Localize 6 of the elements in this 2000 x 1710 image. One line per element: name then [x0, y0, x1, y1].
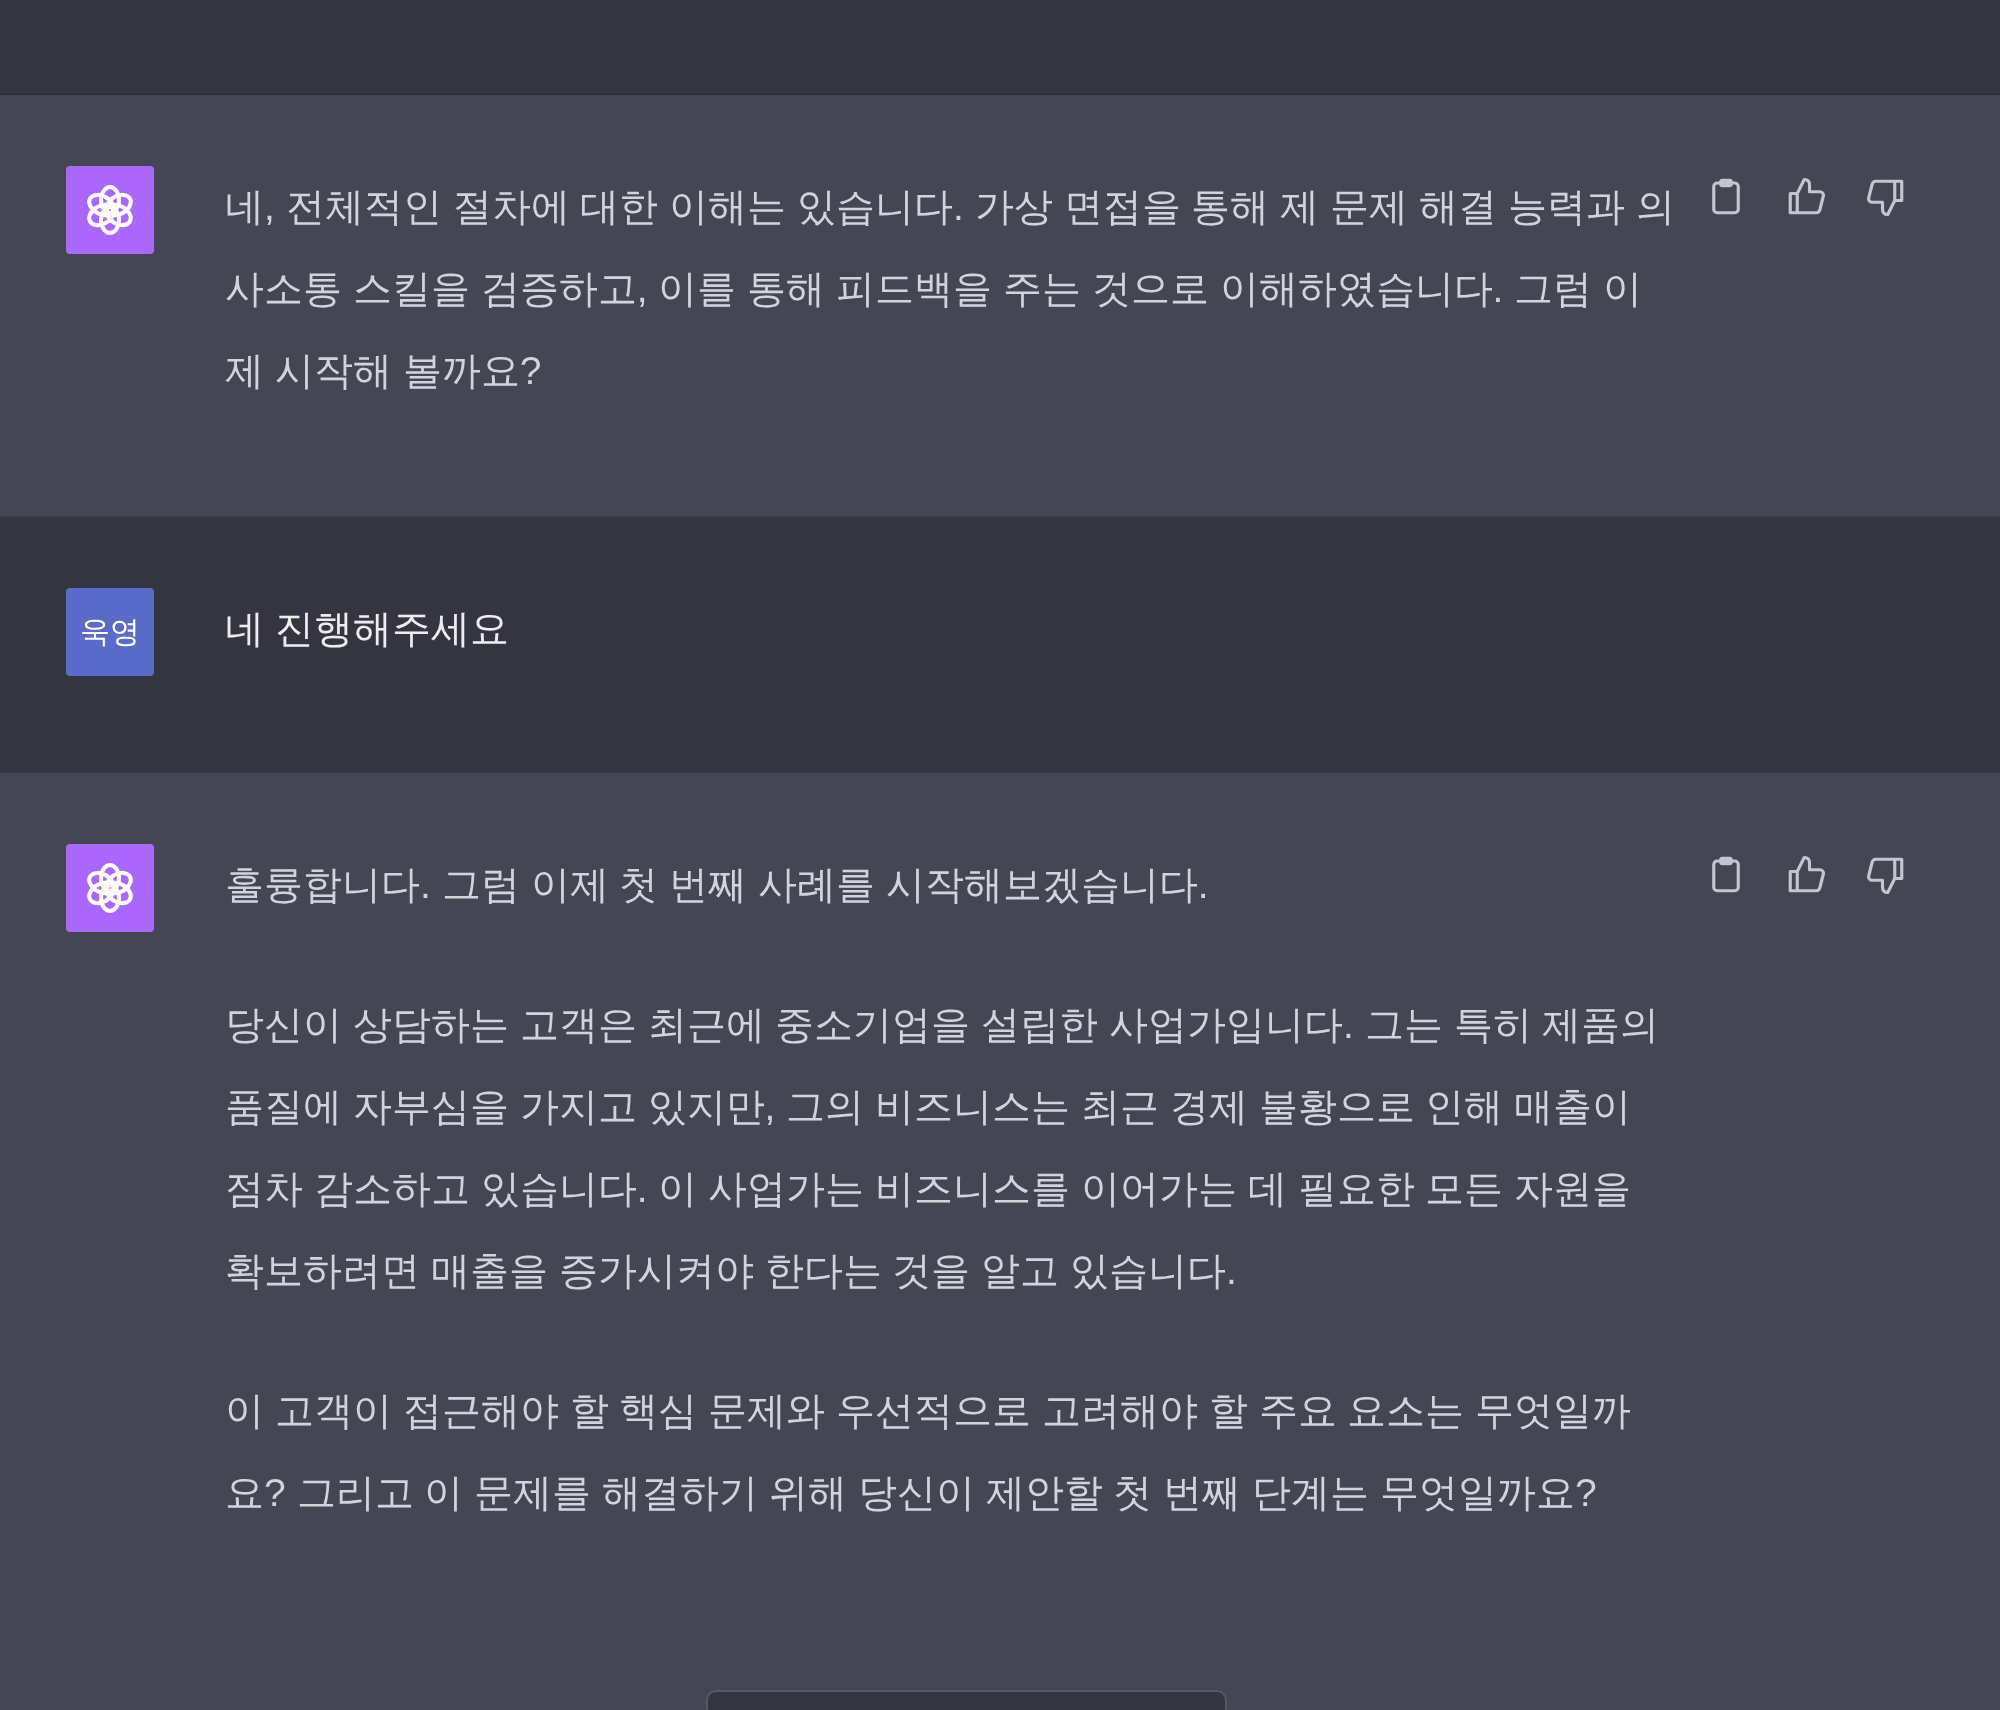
message-text: 네 진행해주세요 — [225, 606, 510, 652]
message-text: 당신이 상담하는 고객은 최근에 중소기업을 설립한 사업가입니다. 그는 특히 제품의 품질에 자부심을 가지고 있지만, 그의 비즈니스는 최근 경제 불황으로 인해 매출이 점차 감소하고 있습니다. 이 사업가는 비즈니스를 이어가는 데 필요한 모든 자원을 확보하려면 매출을 증가시켜야 한다는 것을 알고 있습니다. — [225, 1002, 1661, 1294]
message-text: 이 고객이 접근해야 할 핵심 문제와 우선적으로 고려해야 할 주요 요소는 무엇일까요? 그리고 이 문제를 해결하기 위해 당신이 제안할 첫 번째 단계는 무엇일까요? — [225, 1388, 1633, 1516]
user-avatar: 욱영 — [66, 588, 154, 676]
message-text: 네, 전체적인 절차에 대한 이해는 있습니다. 가상 면접을 통해 제 문제 해결 능력과 의사소통 스킬을 검증하고, 이를 통해 피드백을 주는 것으로 이해하였습니다. 그럼 이제 시작해 볼까요? — [225, 184, 1675, 394]
message-text: 훌륭합니다. 그럼 이제 첫 번째 사례를 시작해보겠습니다. — [225, 862, 1210, 908]
